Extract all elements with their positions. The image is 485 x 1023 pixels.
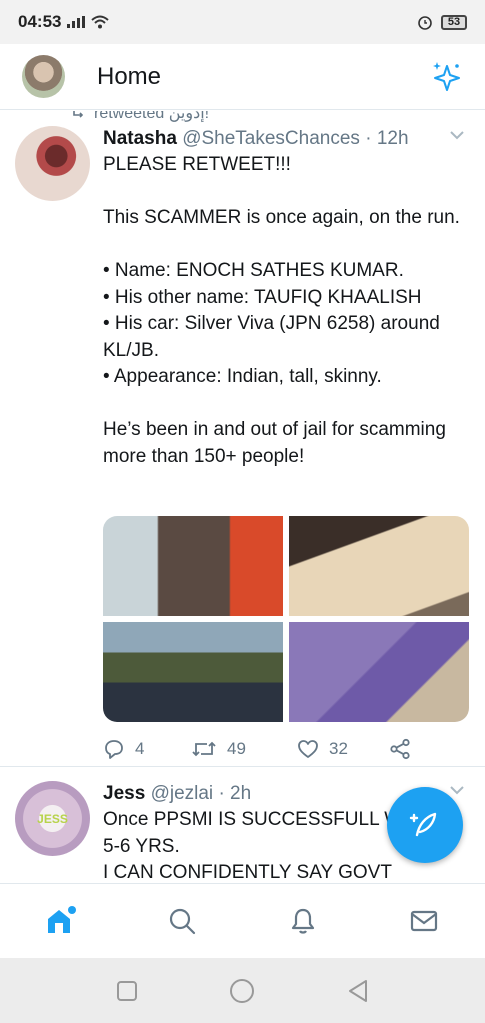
tweet-media-grid[interactable] <box>103 516 469 722</box>
retweet-small-icon <box>73 111 84 118</box>
tweet-body: Natasha @SheTakesChances · 12h PLEASE RE… <box>103 126 465 470</box>
nav-home[interactable] <box>0 904 121 938</box>
tweet-author-avatar[interactable]: JESS <box>15 781 90 856</box>
system-navigation-bar <box>0 958 485 1023</box>
retweet-count: 49 <box>227 739 246 758</box>
alarm-icon <box>418 16 432 30</box>
like-button[interactable]: 32 <box>297 739 389 759</box>
status-time: 04:53 <box>18 12 62 31</box>
like-count: 32 <box>329 739 348 758</box>
search-icon <box>169 908 195 935</box>
tweet-photo[interactable] <box>103 622 283 722</box>
tweet-photo[interactable] <box>103 516 283 616</box>
avatar-text: JESS <box>37 811 68 826</box>
tweet-author-name[interactable]: Natasha <box>103 128 177 149</box>
app-header: Home <box>0 44 485 110</box>
tweet[interactable]: JESS Jess @jezlai · 2h Once PPSMI IS SUC… <box>0 766 485 883</box>
status-bar: 04:53 53 <box>0 0 485 44</box>
tweet-photo[interactable] <box>289 516 469 616</box>
back-triangle-icon[interactable] <box>347 979 369 1003</box>
tweet-author-avatar[interactable] <box>15 126 90 201</box>
profile-avatar[interactable] <box>22 55 65 98</box>
tweet-author-handle[interactable]: @SheTakesChances <box>182 128 360 149</box>
nav-notifications[interactable] <box>243 906 364 936</box>
tweet-actions: 4 49 32 <box>103 738 433 760</box>
nav-search[interactable] <box>121 906 242 936</box>
tweet-time: 2h <box>230 783 252 804</box>
home-circle-icon[interactable] <box>229 978 255 1004</box>
wifi-icon <box>91 15 110 29</box>
tweet-photo[interactable] <box>289 622 469 722</box>
compose-feather-icon <box>409 812 437 837</box>
messages-envelope-icon <box>411 910 438 932</box>
timeline-feed[interactable]: retweeted إدوين! Natasha @SheTakesChance… <box>0 111 485 883</box>
reply-count: 4 <box>135 739 145 758</box>
reply-icon <box>105 740 123 759</box>
tweet-header: Natasha @SheTakesChances · 12h <box>103 126 465 152</box>
chevron-down-icon[interactable] <box>449 130 465 140</box>
share-button[interactable] <box>389 738 411 760</box>
tweet-time: 12h <box>376 128 409 149</box>
tweet-author-name[interactable]: Jess <box>103 783 145 804</box>
nav-messages[interactable] <box>364 906 485 936</box>
notifications-bell-icon <box>292 908 315 934</box>
tweet-separator: · <box>365 128 372 149</box>
home-icon <box>47 906 76 933</box>
retweet-icon <box>192 741 216 757</box>
signal-icon <box>67 16 86 28</box>
retweet-context: retweeted إدوين! <box>72 111 209 123</box>
share-icon <box>390 738 410 760</box>
retweet-button[interactable]: 49 <box>191 739 297 759</box>
compose-tweet-button[interactable] <box>387 787 463 863</box>
bottom-navigation <box>0 883 485 958</box>
sparkle-icon[interactable] <box>429 60 463 94</box>
retweet-context-label: retweeted إدوين! <box>94 111 210 122</box>
recents-square-icon[interactable] <box>116 980 138 1002</box>
tweet-separator: · <box>218 783 225 804</box>
like-icon <box>298 740 318 758</box>
chevron-down-icon[interactable] <box>449 785 465 795</box>
page-title: Home <box>97 62 162 90</box>
battery-icon: 53 <box>441 14 467 30</box>
tweet-text: PLEASE RETWEET!!! This SCAMMER is once a… <box>103 154 460 467</box>
reply-button[interactable]: 4 <box>103 738 191 760</box>
tweet-author-handle[interactable]: @jezlai <box>151 783 214 804</box>
